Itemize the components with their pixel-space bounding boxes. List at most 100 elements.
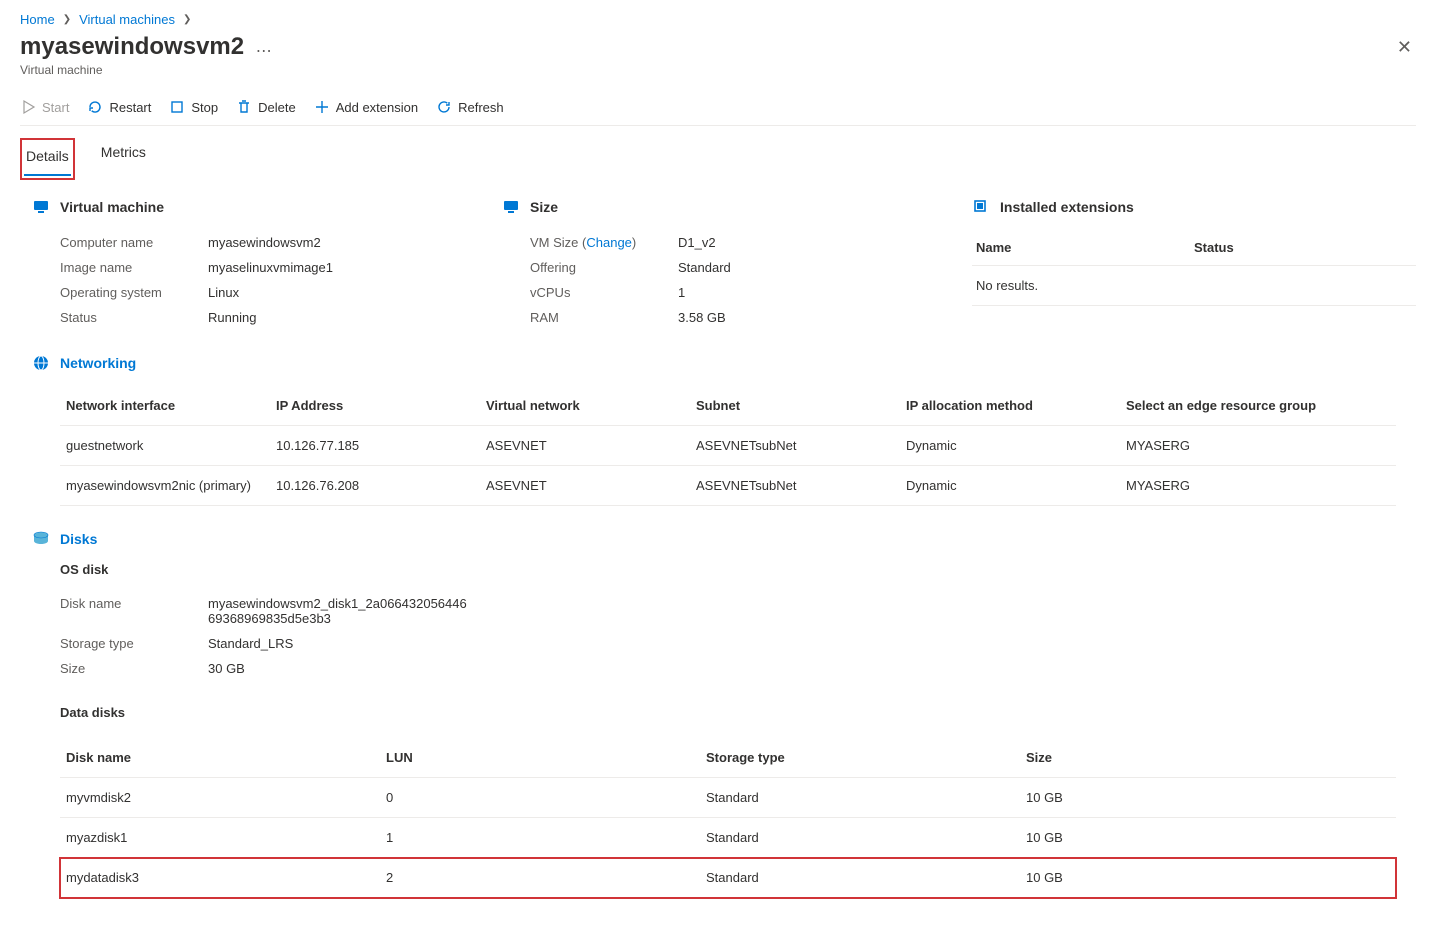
dd-size: 10 GB [1026, 830, 1390, 845]
refresh-label: Refresh [458, 100, 504, 115]
stop-label: Stop [191, 100, 218, 115]
monitor-icon [502, 198, 520, 216]
extensions-section: Installed extensions Name Status No resu… [972, 198, 1416, 330]
dd-storage: Standard [706, 870, 1026, 885]
data-disk-table-header: Disk name LUN Storage type Size [60, 738, 1396, 778]
net-rg: MYASERG [1126, 438, 1390, 453]
plus-icon [314, 99, 330, 115]
os-value: Linux [208, 280, 482, 305]
net-nic: guestnetwork [66, 438, 276, 453]
status-label: Status [60, 305, 208, 330]
trash-icon [236, 99, 252, 115]
data-disk-row[interactable]: myvmdisk2 0 Standard 10 GB [60, 778, 1396, 818]
breadcrumb-vms[interactable]: Virtual machines [79, 12, 175, 27]
os-label: Operating system [60, 280, 208, 305]
disk-icon [32, 530, 50, 548]
image-name-label: Image name [60, 255, 208, 280]
stop-icon [169, 99, 185, 115]
globe-icon [32, 354, 50, 372]
network-table-row[interactable]: guestnetwork 10.126.77.185 ASEVNET ASEVN… [60, 426, 1396, 466]
net-rg: MYASERG [1126, 478, 1390, 493]
chevron-right-icon: ❯ [183, 14, 191, 25]
size-section: Size VM Size (Change) D1_v2 Offering Sta… [502, 198, 952, 330]
stop-button[interactable]: Stop [169, 99, 218, 115]
dd-h-name: Disk name [66, 750, 386, 765]
dd-h-storage: Storage type [706, 750, 1026, 765]
dd-name: myazdisk1 [66, 830, 386, 845]
start-label: Start [42, 100, 69, 115]
net-h-vnet: Virtual network [486, 398, 696, 413]
net-h-rg: Select an edge resource group [1126, 398, 1390, 413]
restart-label: Restart [109, 100, 151, 115]
extensions-section-title: Installed extensions [1000, 199, 1134, 215]
dd-name: mydatadisk3 [66, 870, 386, 885]
restart-icon [87, 99, 103, 115]
data-disk-row[interactable]: myazdisk1 1 Standard 10 GB [60, 818, 1396, 858]
close-icon[interactable]: ✕ [1393, 33, 1416, 62]
refresh-button[interactable]: Refresh [436, 99, 504, 115]
chevron-right-icon: ❯ [63, 14, 71, 25]
offering-label: Offering [530, 255, 678, 280]
breadcrumb: Home ❯ Virtual machines ❯ [20, 12, 1416, 27]
delete-button[interactable]: Delete [236, 99, 296, 115]
storage-type-label: Storage type [60, 631, 208, 656]
data-disks-title: Data disks [60, 705, 1396, 720]
monitor-icon [32, 198, 50, 216]
add-extension-button[interactable]: Add extension [314, 99, 418, 115]
network-table-header: Network interface IP Address Virtual net… [60, 386, 1396, 426]
command-bar: Start Restart Stop Delete Add extension … [20, 85, 1416, 126]
dd-lun: 0 [386, 790, 706, 805]
disk-name-value: myasewindowsvm2_disk1_2a0664320564466936… [208, 591, 468, 631]
computer-name-label: Computer name [60, 230, 208, 255]
net-subnet: ASEVNETsubNet [696, 478, 906, 493]
disk-size-value: 30 GB [208, 656, 468, 681]
data-disk-row[interactable]: mydatadisk3 2 Standard 10 GB [60, 858, 1396, 898]
net-alloc: Dynamic [906, 478, 1126, 493]
restart-button[interactable]: Restart [87, 99, 151, 115]
vm-section: Virtual machine Computer name myasewindo… [32, 198, 482, 330]
dd-h-lun: LUN [386, 750, 706, 765]
more-actions-icon[interactable]: ⋯ [256, 43, 272, 60]
ext-status-header: Status [1194, 240, 1412, 255]
net-h-subnet: Subnet [696, 398, 906, 413]
change-size-link[interactable]: Change [586, 235, 632, 250]
page-subtitle: Virtual machine [20, 63, 272, 77]
net-vnet: ASEVNET [486, 438, 696, 453]
network-table-row[interactable]: myasewindowsvm2nic (primary) 10.126.76.2… [60, 466, 1396, 506]
dd-size: 10 GB [1026, 870, 1390, 885]
title-row: myasewindowsvm2 ⋯ Virtual machine ✕ [20, 33, 1416, 77]
vm-section-title: Virtual machine [60, 199, 164, 215]
vm-size-value: D1_v2 [678, 230, 952, 255]
tab-details[interactable]: Details [24, 142, 71, 176]
os-disk-title: OS disk [60, 562, 1396, 577]
net-h-ip: IP Address [276, 398, 486, 413]
net-alloc: Dynamic [906, 438, 1126, 453]
disk-name-label: Disk name [60, 591, 208, 631]
ext-name-header: Name [976, 240, 1194, 255]
net-h-alloc: IP allocation method [906, 398, 1126, 413]
delete-label: Delete [258, 100, 296, 115]
dd-size: 10 GB [1026, 790, 1390, 805]
add-extension-label: Add extension [336, 100, 418, 115]
net-h-nic: Network interface [66, 398, 276, 413]
dd-name: myvmdisk2 [66, 790, 386, 805]
ram-value: 3.58 GB [678, 305, 952, 330]
vm-size-label: VM Size (Change) [530, 230, 678, 255]
refresh-icon [436, 99, 452, 115]
status-value: Running [208, 305, 482, 330]
breadcrumb-home[interactable]: Home [20, 12, 55, 27]
vcpus-value: 1 [678, 280, 952, 305]
dd-h-size: Size [1026, 750, 1390, 765]
dd-storage: Standard [706, 830, 1026, 845]
networking-link[interactable]: Networking [60, 355, 136, 371]
ram-label: RAM [530, 305, 678, 330]
image-name-value: myaselinuxvmimage1 [208, 255, 482, 280]
net-ip: 10.126.76.208 [276, 478, 486, 493]
dd-lun: 1 [386, 830, 706, 845]
computer-name-value: myasewindowsvm2 [208, 230, 482, 255]
storage-type-value: Standard_LRS [208, 631, 468, 656]
net-nic: myasewindowsvm2nic (primary) [66, 478, 276, 493]
networking-section: Networking Network interface IP Address … [20, 354, 1416, 506]
disks-link[interactable]: Disks [60, 531, 97, 547]
tab-metrics[interactable]: Metrics [99, 138, 148, 180]
